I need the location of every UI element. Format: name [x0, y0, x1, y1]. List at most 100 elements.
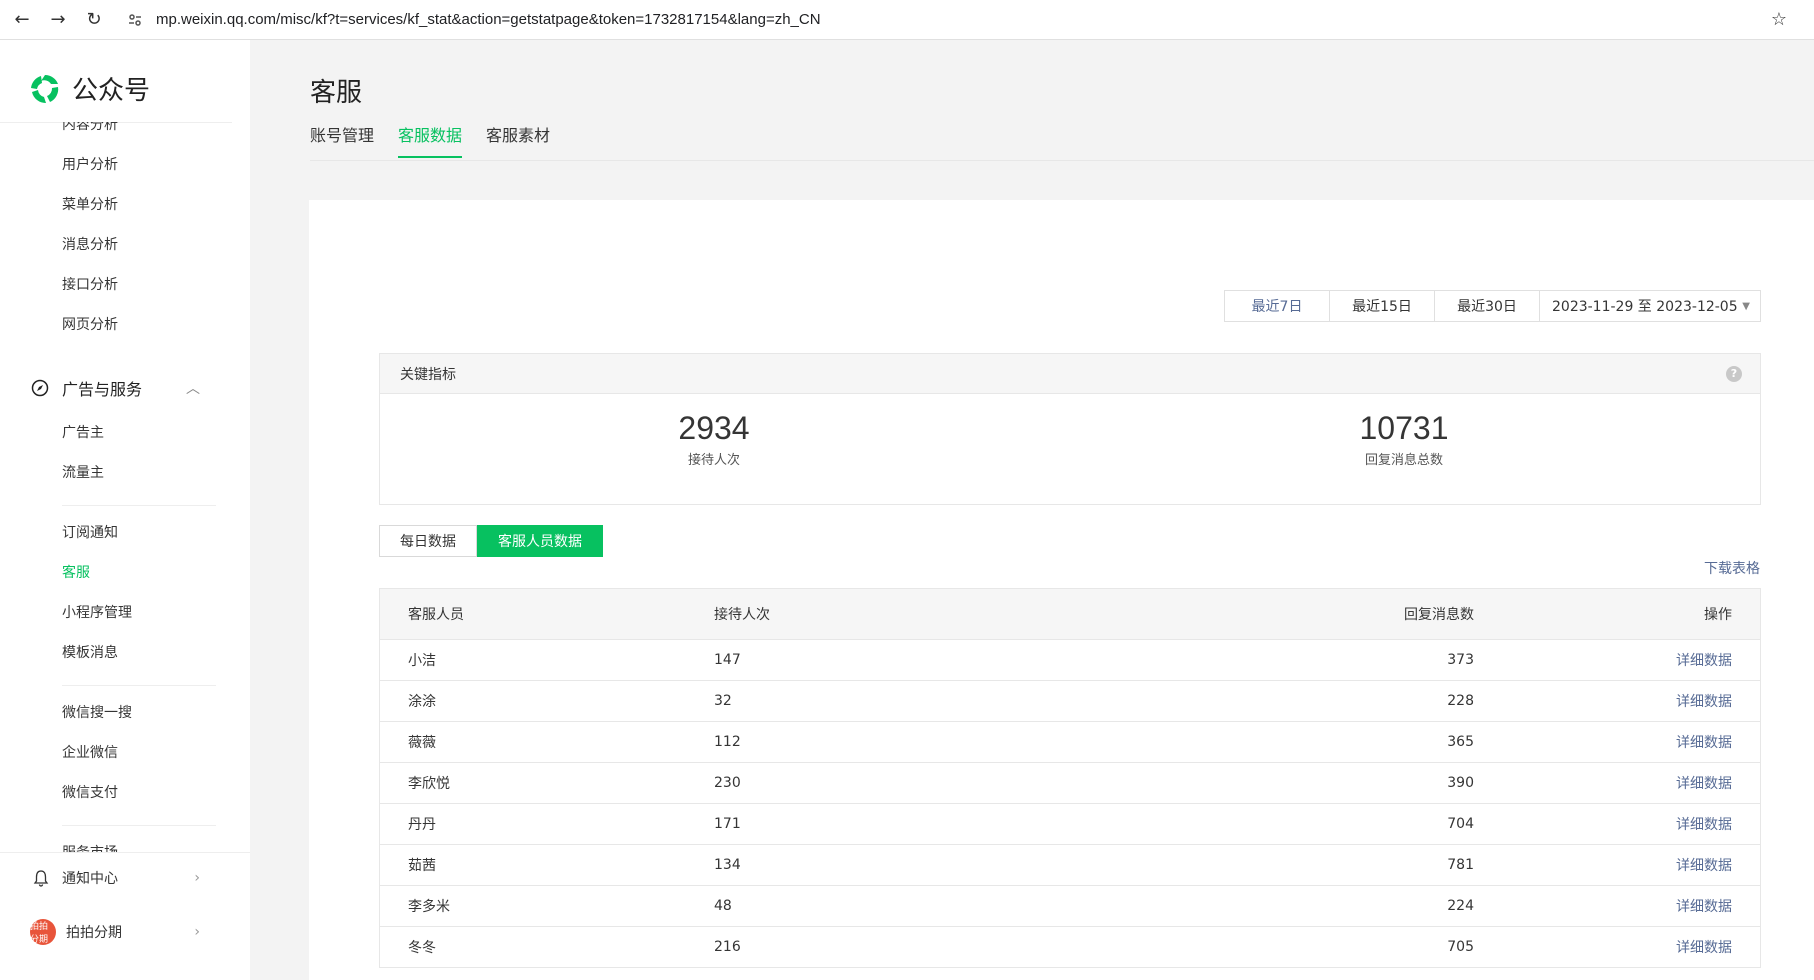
- site-settings-icon[interactable]: [124, 9, 146, 31]
- table-row: 茹茜 134 781 详细数据: [380, 845, 1760, 886]
- divider: [62, 825, 216, 826]
- sidebar-item-template-message[interactable]: 模板消息: [62, 642, 118, 662]
- range-15-days-button[interactable]: 最近15日: [1330, 291, 1435, 321]
- metric-value: 10731: [1359, 410, 1449, 446]
- sidebar-item-message-analysis[interactable]: 消息分析: [62, 234, 118, 254]
- table-row: 李欣悦 230 390 详细数据: [380, 763, 1760, 804]
- reception-count: 171: [714, 816, 741, 832]
- sidebar-item-webpage-analysis[interactable]: 网页分析: [62, 314, 118, 334]
- agent-name: 薇薇: [408, 735, 436, 751]
- date-range-text: 2023-11-29 至 2023-12-05: [1552, 299, 1738, 315]
- download-table-link[interactable]: 下载表格: [1704, 558, 1760, 578]
- table-row: 薇薇 112 365 详细数据: [380, 722, 1760, 763]
- range-7-days-button[interactable]: 最近7日: [1225, 291, 1330, 321]
- sidebar-item-wechat-pay[interactable]: 微信支付: [62, 782, 118, 802]
- date-range-selector: 最近7日 最近15日 最近30日 2023-11-29 至 2023-12-05…: [1224, 290, 1761, 322]
- detail-data-link[interactable]: 详细数据: [1676, 817, 1732, 833]
- range-30-days-button[interactable]: 最近30日: [1435, 291, 1540, 321]
- sidebar-item-advertiser[interactable]: 广告主: [62, 422, 104, 442]
- metric-label: 回复消息总数: [1364, 453, 1443, 468]
- sidebar-item-subscription-notice[interactable]: 订阅通知: [62, 522, 118, 542]
- bookmark-star-icon[interactable]: ☆: [1764, 5, 1794, 35]
- table-row: 冬冬 216 705 详细数据: [380, 927, 1760, 968]
- key-metrics-title: 关键指标: [400, 366, 456, 383]
- date-picker[interactable]: 2023-11-29 至 2023-12-05 ▼: [1540, 291, 1760, 321]
- reload-icon[interactable]: ↻: [80, 6, 108, 34]
- tab-account-management[interactable]: 账号管理: [310, 122, 374, 158]
- agent-name: 涂涂: [408, 694, 436, 710]
- sidebar-item-api-analysis[interactable]: 接口分析: [62, 274, 118, 294]
- detail-data-link[interactable]: 详细数据: [1676, 940, 1732, 956]
- metric-reply-total: 10731 回复消息总数: [1254, 410, 1554, 468]
- brand-logo[interactable]: 公众号: [28, 70, 150, 107]
- account-button[interactable]: 拍拍 分期 拍拍分期 ›: [30, 919, 200, 945]
- sidebar-group-label: 广告与服务: [62, 380, 143, 399]
- reply-count: 704: [1447, 816, 1474, 832]
- table-row: 涂涂 32 228 详细数据: [380, 681, 1760, 722]
- detail-data-link[interactable]: 详细数据: [1676, 735, 1732, 751]
- page-header: 客服 账号管理 客服数据 客服素材: [250, 40, 1814, 200]
- chevron-right-icon: ›: [194, 924, 200, 940]
- address-bar[interactable]: mp.weixin.qq.com/misc/kf?t=services/kf_s…: [124, 5, 1764, 35]
- sidebar-group-ads[interactable]: 广告与服务 ︿: [30, 376, 200, 400]
- table-row: 丹丹 171 704 详细数据: [380, 804, 1760, 845]
- reception-count: 147: [714, 652, 741, 668]
- sidebar-item-content-analysis[interactable]: 内容分析: [62, 122, 118, 134]
- agent-data-button[interactable]: 客服人员数据: [477, 525, 603, 557]
- notification-center-label: 通知中心: [62, 871, 118, 887]
- main-card: 最近7日 最近15日 最近30日 2023-11-29 至 2023-12-05…: [309, 200, 1814, 980]
- reply-count: 781: [1447, 857, 1474, 873]
- tab-bar: 账号管理 客服数据 客服素材: [310, 122, 574, 158]
- sidebar-bottom: 通知中心 › 拍拍 分期 拍拍分期 ›: [0, 852, 250, 980]
- sidebar-item-user-analysis[interactable]: 用户分析: [62, 154, 118, 174]
- avatar: 拍拍 分期: [30, 919, 56, 945]
- agent-name: 李欣悦: [408, 776, 450, 792]
- detail-data-link[interactable]: 详细数据: [1676, 899, 1732, 915]
- reception-count: 112: [714, 734, 741, 750]
- column-header-action: 操作: [1704, 607, 1732, 623]
- reply-count: 224: [1447, 898, 1474, 914]
- detail-data-link[interactable]: 详细数据: [1676, 858, 1732, 874]
- reply-count: 373: [1447, 652, 1474, 668]
- daily-data-button[interactable]: 每日数据: [379, 525, 477, 557]
- reply-count: 228: [1447, 693, 1474, 709]
- sidebar-item-wechat-search[interactable]: 微信搜一搜: [62, 702, 132, 722]
- reception-count: 216: [714, 939, 741, 955]
- agent-name: 小洁: [408, 653, 436, 669]
- help-icon[interactable]: ?: [1726, 365, 1742, 382]
- sidebar-item-publisher[interactable]: 流量主: [62, 462, 104, 482]
- tab-service-data[interactable]: 客服数据: [398, 122, 463, 158]
- detail-data-link[interactable]: 详细数据: [1676, 776, 1732, 792]
- sidebar-item-miniprogram[interactable]: 小程序管理: [62, 602, 132, 622]
- sidebar: 公众号 内容分析 用户分析 菜单分析 消息分析 接口分析 网页分析 广告与服务 …: [0, 40, 250, 980]
- sidebar-item-customer-service[interactable]: 客服: [62, 562, 90, 582]
- detail-data-link[interactable]: 详细数据: [1676, 653, 1732, 669]
- agent-name: 丹丹: [408, 817, 436, 833]
- tab-service-materials[interactable]: 客服素材: [486, 122, 550, 158]
- account-name: 拍拍分期: [66, 925, 122, 941]
- agent-name: 茹茜: [408, 858, 436, 874]
- reception-count: 134: [714, 857, 741, 873]
- reply-count: 390: [1447, 775, 1474, 791]
- caret-down-icon: ▼: [1742, 300, 1750, 312]
- table-header-row: 客服人员 接待人次 回复消息数 操作: [380, 589, 1760, 640]
- forward-icon[interactable]: →: [44, 6, 72, 34]
- reception-count: 32: [714, 693, 732, 709]
- table-row: 李多米 48 224 详细数据: [380, 886, 1760, 927]
- back-icon[interactable]: ←: [8, 6, 36, 34]
- column-header-receptions: 接待人次: [714, 607, 770, 623]
- url-text: mp.weixin.qq.com/misc/kf?t=services/kf_s…: [156, 11, 821, 28]
- notification-center-button[interactable]: 通知中心 ›: [30, 867, 200, 889]
- compass-icon: [30, 378, 50, 398]
- sidebar-item-menu-analysis[interactable]: 菜单分析: [62, 194, 118, 214]
- metric-value: 2934: [678, 410, 750, 446]
- data-view-toggle: 每日数据 客服人员数据: [379, 525, 603, 557]
- column-header-agent: 客服人员: [408, 607, 464, 623]
- divider: [310, 160, 1814, 161]
- detail-data-link[interactable]: 详细数据: [1676, 694, 1732, 710]
- wechat-official-logo-icon: [31, 74, 59, 103]
- sidebar-item-wecom[interactable]: 企业微信: [62, 742, 118, 762]
- sidebar-item-service-market[interactable]: 服务市场: [62, 842, 118, 852]
- brand-name: 公众号: [72, 75, 151, 105]
- reception-count: 230: [714, 775, 741, 791]
